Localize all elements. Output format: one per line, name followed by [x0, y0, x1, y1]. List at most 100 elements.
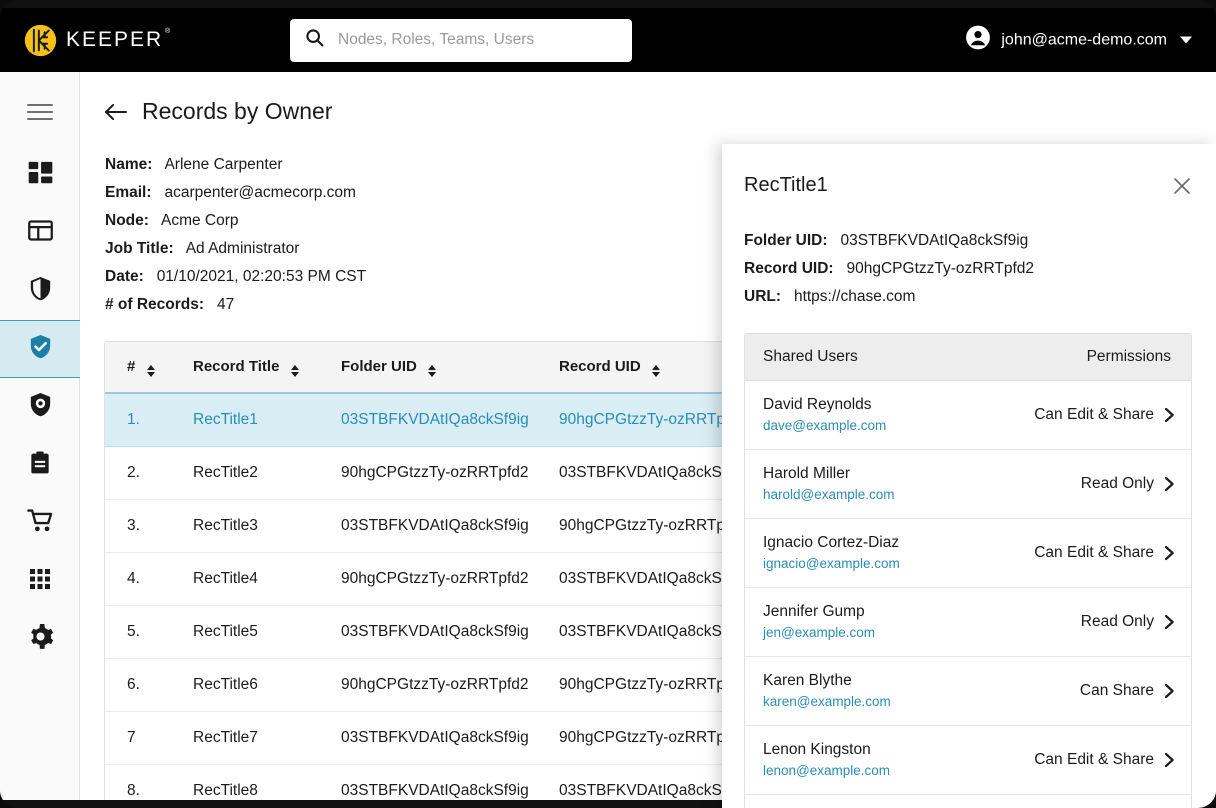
shared-user-name: Harold Miller	[763, 465, 850, 482]
cell-number: 5.	[105, 605, 193, 659]
column-header-folder-uid[interactable]: Folder UID	[341, 342, 559, 394]
brand-name: KEEPER	[66, 28, 172, 52]
sidebar-item-dashboard[interactable]	[0, 146, 80, 204]
detail-header: RecTitle1	[744, 174, 1192, 201]
account-circle-icon	[965, 25, 991, 56]
sidebar-item-reporting[interactable]	[0, 204, 80, 262]
detail-url-value: https://chase.com	[793, 288, 916, 305]
shared-user-row[interactable]: Ignacio Cortez-Diaz ignacio@example.com …	[745, 519, 1191, 588]
sidebar-item-admin[interactable]	[0, 262, 80, 320]
column-label: Record UID	[559, 358, 641, 375]
search-input[interactable]	[338, 31, 618, 49]
page-header: Records by Owner	[104, 98, 1216, 125]
shared-user-info: David Reynolds dave@example.com	[763, 394, 886, 436]
detail-record-uid-value: 90hgCPGtzzTy-ozRRTpfd2	[846, 260, 1035, 277]
account-menu[interactable]: john@acme-demo.com	[965, 25, 1192, 56]
permission-value: Can Share	[1079, 682, 1154, 699]
search-icon	[304, 27, 325, 53]
shared-user-permission-group[interactable]: Can Edit & Share	[1034, 751, 1175, 769]
shield-eye-icon	[27, 391, 54, 423]
clipboard-icon	[27, 450, 53, 481]
detail-record-uid-label: Record UID:	[744, 260, 843, 277]
brand-logo[interactable]: KEEPER	[24, 24, 236, 57]
shared-user-row[interactable]: Lenon Kingston lenon@example.com Can Edi…	[745, 726, 1191, 795]
shared-user-info: Karen Blythe karen@example.com	[763, 670, 891, 712]
shared-user-permission-group[interactable]: Can Edit & Share	[1034, 406, 1175, 424]
shared-users-card-header: Shared Users Permissions	[745, 334, 1191, 381]
detail-meta-row: Folder UID: 03STBFKVDAtIQa8ckSf9ig	[744, 227, 1192, 255]
permissions-header-label: Permissions	[1086, 348, 1171, 365]
shared-user-permission-group[interactable]: Read Only	[1081, 475, 1175, 493]
shared-user-email[interactable]: ignacio@example.com	[763, 554, 900, 574]
detail-folder-uid-value: 03STBFKVDAtIQa8ckSf9ig	[840, 232, 1029, 249]
owner-email-label: Email:	[105, 184, 161, 201]
shared-user-email[interactable]: lenon@example.com	[763, 761, 890, 781]
detail-title: RecTitle1	[744, 174, 828, 196]
cell-number: 1.	[105, 393, 193, 447]
column-header-number[interactable]: #	[105, 342, 193, 394]
sidebar-item-advanced-reporting[interactable]	[0, 378, 80, 436]
gear-icon	[27, 623, 54, 655]
shared-user-permission-group[interactable]: Can Share	[1080, 682, 1175, 700]
shared-user-row[interactable]: Harold Miller harold@example.com Read On…	[745, 450, 1191, 519]
owner-recordcount-value: 47	[216, 296, 235, 313]
page-title: Records by Owner	[142, 98, 333, 124]
permission-value: Can Edit & Share	[1034, 406, 1154, 423]
sidebar-item-subscriptions[interactable]	[0, 494, 80, 552]
layout-panel-icon	[27, 217, 54, 249]
shared-user-row[interactable]: Karen Blythe karen@example.com Can Share	[745, 657, 1191, 726]
chevron-right-icon[interactable]	[1164, 476, 1175, 492]
permission-value: Read Only	[1080, 613, 1154, 630]
chevron-down-icon	[1180, 36, 1192, 44]
shared-user-email[interactable]: karen@example.com	[763, 692, 891, 712]
shared-user-info: Lenon Kingston lenon@example.com	[763, 739, 890, 781]
shared-user-name: Jennifer Gump	[763, 603, 865, 620]
column-label: Record Title	[193, 358, 280, 375]
owner-node-value: Acme Corp	[160, 212, 239, 229]
sort-icon[interactable]	[428, 365, 437, 377]
sidebar-item-audit[interactable]	[0, 436, 80, 494]
chevron-right-icon[interactable]	[1164, 683, 1175, 699]
global-search[interactable]	[290, 18, 632, 62]
sidebar-item-compliance[interactable]	[0, 320, 80, 378]
sort-icon[interactable]	[290, 365, 299, 377]
sidebar-item-settings[interactable]	[0, 610, 80, 668]
cell-folder-uid: 03STBFKVDAtIQa8ckSf9ig	[341, 393, 559, 447]
shared-user-row[interactable]: Mom Myson mommy@example.com Read Only	[745, 795, 1191, 808]
shared-user-permission-group[interactable]: Read Only	[1081, 613, 1175, 631]
sort-icon[interactable]	[651, 365, 660, 377]
cell-record-title: RecTitle3	[193, 499, 341, 553]
cell-folder-uid: 90hgCPGtzzTy-ozRRTpfd2	[341, 552, 559, 606]
detail-folder-uid-label: Folder UID:	[744, 232, 837, 249]
app-window: KEEPER john@acme-demo.com	[0, 0, 1216, 808]
sidebar-item-apps[interactable]	[0, 552, 80, 610]
body-area: Records by Owner Name: Arlene Carpenter …	[0, 72, 1216, 808]
shared-user-email[interactable]: dave@example.com	[763, 416, 886, 436]
shared-users-card: Shared Users Permissions David Reynolds …	[744, 333, 1192, 808]
chevron-right-icon[interactable]	[1164, 752, 1175, 768]
shared-user-permission-group[interactable]: Can Edit & Share	[1034, 544, 1175, 562]
shared-user-email[interactable]: harold@example.com	[763, 485, 895, 505]
sidebar-item-menu-toggle[interactable]	[0, 84, 80, 140]
shopping-cart-icon	[26, 507, 54, 539]
permission-value: Can Edit & Share	[1034, 544, 1154, 561]
shared-user-email[interactable]: jen@example.com	[763, 623, 875, 643]
chevron-right-icon[interactable]	[1164, 407, 1175, 423]
owner-name-label: Name:	[105, 156, 161, 173]
shared-user-row[interactable]: Jennifer Gump jen@example.com Read Only	[745, 588, 1191, 657]
cell-number: 6.	[105, 658, 193, 712]
owner-date-label: Date:	[105, 268, 153, 285]
column-label: #	[127, 358, 136, 375]
column-header-record-title[interactable]: Record Title	[193, 342, 341, 394]
left-sidebar	[0, 72, 80, 800]
shared-user-row[interactable]: David Reynolds dave@example.com Can Edit…	[745, 381, 1191, 450]
arrow-left-icon[interactable]	[104, 102, 128, 122]
shared-user-name: David Reynolds	[763, 396, 872, 413]
owner-jobtitle-label: Job Title:	[105, 240, 183, 257]
chevron-right-icon[interactable]	[1164, 545, 1175, 561]
permission-value: Read Only	[1080, 475, 1154, 492]
chevron-right-icon[interactable]	[1164, 614, 1175, 630]
cell-number: 2.	[105, 446, 193, 500]
close-icon[interactable]	[1172, 176, 1192, 201]
sort-icon[interactable]	[146, 365, 155, 377]
